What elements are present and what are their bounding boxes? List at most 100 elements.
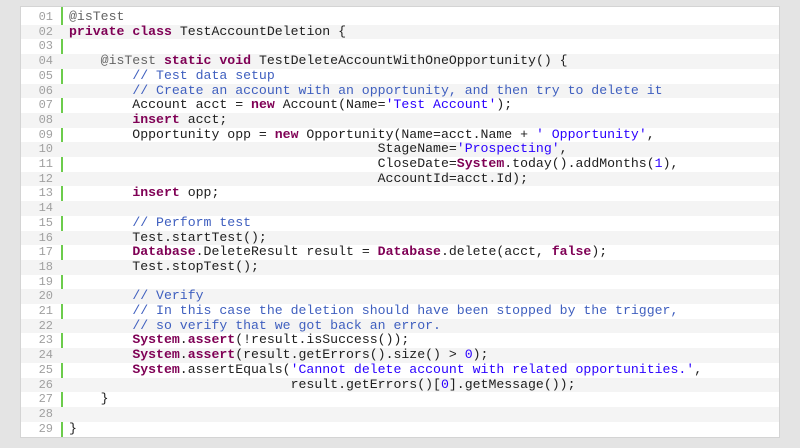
code-line: 24 System.assert(result.getErrors().size… xyxy=(21,348,779,363)
line-number: 25 xyxy=(38,362,53,377)
line-number: 01 xyxy=(38,10,53,24)
code-line: 04 @isTest static void TestDeleteAccount… xyxy=(21,54,779,69)
code-text: // Test data setup xyxy=(69,69,775,84)
code-line: 16 Test.startTest(); xyxy=(21,230,779,246)
code-line: 08 insert acct; xyxy=(21,112,779,128)
code-text: private class TestAccountDeletion { xyxy=(69,25,775,40)
code-token: StageName= xyxy=(69,142,457,157)
line-number: 18 xyxy=(38,259,53,274)
line-number: 21 xyxy=(38,304,53,318)
line-number: 12 xyxy=(38,171,53,186)
code-token: Account acct = xyxy=(69,98,252,113)
line-number: 06 xyxy=(38,83,53,98)
code-line: 20 // Verify xyxy=(21,289,779,304)
code-token: ].getMessage()); xyxy=(448,377,576,392)
line-number: 10 xyxy=(38,142,53,157)
line-number: 03 xyxy=(38,39,53,54)
code-text: Database.DeleteResult result = Database.… xyxy=(69,245,775,260)
code-text: Test.startTest(); xyxy=(69,231,775,246)
keyword-token: void xyxy=(219,54,252,69)
code-token: AccountId=acct.Id); xyxy=(69,171,528,186)
comment-token: // so verify that we got back an error. xyxy=(132,318,441,333)
code-text: Test.stopTest(); xyxy=(69,260,775,275)
code-text: Account acct = new Account(Name='Test Ac… xyxy=(69,98,775,113)
annotation-token: @isTest xyxy=(69,10,125,24)
code-token: Opportunity(Name=acct.Name + xyxy=(298,127,536,142)
type-token: System xyxy=(456,157,505,171)
literal-token: 'Test Account' xyxy=(385,98,497,113)
code-line: 14 xyxy=(21,201,779,216)
code-line: 18 Test.stopTest(); xyxy=(21,259,779,275)
code-text: } xyxy=(69,422,775,437)
keyword-token: false xyxy=(551,245,592,260)
comment-token: // Test data setup xyxy=(132,68,275,83)
literal-token: ' Opportunity' xyxy=(535,127,647,142)
code-line: 12 AccountId=acct.Id); xyxy=(21,171,779,187)
type-token: Database xyxy=(377,245,441,260)
code-line: 27 } xyxy=(21,392,779,407)
code-token: (result.getErrors().size() > xyxy=(235,348,465,363)
keyword-token: private xyxy=(69,24,125,39)
line-number: 13 xyxy=(38,186,53,201)
line-number: 16 xyxy=(38,230,53,245)
code-line: 28 xyxy=(21,406,779,422)
keyword-token: new xyxy=(251,98,275,113)
code-line: 21 // In this case the deletion should h… xyxy=(21,304,779,319)
code-text: // Create an account with an opportunity… xyxy=(69,84,775,99)
type-token: System xyxy=(132,362,180,377)
code-editor-panel: 01 @isTest 02 private class TestAccountDele… xyxy=(20,6,780,438)
literal-token: 0 xyxy=(464,348,473,363)
type-token: System xyxy=(132,333,180,348)
line-number: 11 xyxy=(38,157,53,171)
code-text: result.getErrors()[0].getMessage()); xyxy=(69,378,775,393)
code-text: CloseDate=System.today().addMonths(1), xyxy=(69,157,775,172)
code-token: Test.stopTest(); xyxy=(69,259,259,274)
code-text: insert acct; xyxy=(69,113,775,128)
code-token: result.getErrors()[ xyxy=(69,377,441,392)
code-text: System.assertEquals('Cannot delete accou… xyxy=(69,363,775,378)
code-line: 23 System.assert(!result.isSuccess()); xyxy=(21,333,779,348)
code-token: ), xyxy=(662,157,679,171)
line-number: 07 xyxy=(38,98,53,113)
code-line: 26 result.getErrors()[0].getMessage()); xyxy=(21,377,779,393)
code-token: Test.startTest(); xyxy=(69,230,267,245)
line-number: 26 xyxy=(38,377,53,392)
annotation-token: @isTest xyxy=(100,54,157,69)
code-token: } xyxy=(69,421,77,436)
code-token: .today().addMonths( xyxy=(504,157,655,171)
keyword-token: insert xyxy=(132,186,180,201)
code-token: opp; xyxy=(179,186,220,201)
code-line: 17 Database.DeleteResult result = Databa… xyxy=(21,245,779,260)
type-token: assert xyxy=(187,333,236,348)
code-line: 15 // Perform test xyxy=(21,216,779,231)
code-text: // Perform test xyxy=(69,216,775,231)
code-token: } xyxy=(69,392,109,407)
line-number: 08 xyxy=(38,112,53,127)
code-token: ); xyxy=(591,245,608,260)
line-number: 20 xyxy=(38,289,53,304)
literal-token: 'Cannot delete account with related oppo… xyxy=(290,362,695,377)
keyword-token: insert xyxy=(132,112,180,127)
code-text: Opportunity opp = new Opportunity(Name=a… xyxy=(69,128,775,143)
code-token: .delete(acct, xyxy=(440,245,552,260)
line-number: 17 xyxy=(38,245,53,260)
code-line: 25 System.assertEquals('Cannot delete ac… xyxy=(21,363,779,378)
literal-token: 1 xyxy=(654,157,663,171)
code-text: System.assert(result.getErrors().size() … xyxy=(69,348,775,363)
code-token: Opportunity opp = xyxy=(69,127,275,142)
code-token: . xyxy=(179,333,188,348)
line-number: 27 xyxy=(38,392,53,407)
code-text: // Verify xyxy=(69,289,775,304)
code-token: Account(Name= xyxy=(274,98,386,113)
code-token: acct; xyxy=(179,112,228,127)
line-number: 05 xyxy=(38,68,53,83)
code-text: insert opp; xyxy=(69,186,775,201)
